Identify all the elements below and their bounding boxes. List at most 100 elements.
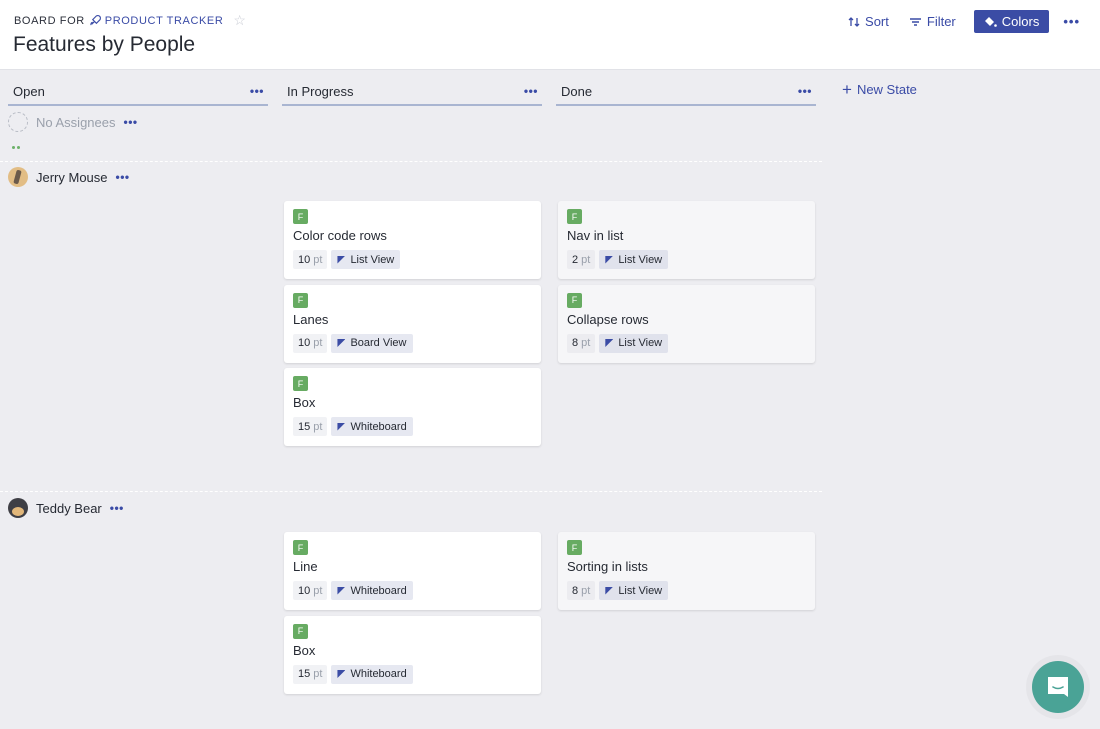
column-menu-button[interactable]: •••: [250, 84, 264, 98]
breadcrumb-prefix: BOARD FOR: [14, 14, 85, 27]
flag-icon: [337, 422, 346, 431]
new-state-label: New State: [856, 82, 917, 97]
new-state-button[interactable]: + New State: [842, 80, 917, 99]
lane-name: Teddy Bear: [36, 500, 102, 516]
filter-label: Filter: [926, 14, 956, 29]
feature-type-badge: F: [293, 623, 308, 639]
feature-card[interactable]: F Line 10 pt Whiteboard: [284, 532, 541, 610]
epic-tag[interactable]: List View: [599, 250, 669, 269]
column-header-done: Done •••: [556, 78, 816, 106]
paint-bucket-icon: [984, 16, 997, 27]
collapse-handle[interactable]: [12, 146, 20, 149]
card-meta: 8 pt List View: [567, 333, 669, 353]
story-points: 10 pt: [293, 333, 328, 353]
feature-card[interactable]: F Color code rows 10 pt List View: [284, 201, 541, 279]
toolbar: Sort Filter Colors •••: [840, 10, 1086, 33]
column-title: Done: [561, 83, 593, 99]
feature-card[interactable]: F Box 15 pt Whiteboard: [284, 615, 541, 694]
feature-card[interactable]: F Collapse rows 8 pt List View: [558, 284, 815, 363]
lane-menu-button[interactable]: •••: [116, 170, 130, 184]
lane-header-teddy-bear: Teddy Bear •••: [8, 498, 124, 518]
card-meta: 10 pt Whiteboard: [293, 581, 413, 600]
story-points: 8 pt: [567, 581, 596, 600]
epic-tag[interactable]: List View: [599, 581, 669, 600]
feature-card[interactable]: F Lanes 10 pt Board View: [284, 284, 541, 363]
column-header-open: Open •••: [8, 78, 268, 106]
lane-menu-button[interactable]: •••: [124, 115, 138, 129]
feature-type-badge: F: [567, 292, 582, 308]
feature-card[interactable]: F Box 15 pt Whiteboard: [284, 368, 541, 446]
story-points: 2 pt: [567, 250, 596, 269]
feature-type-badge: F: [293, 209, 308, 224]
epic-tag[interactable]: List View: [599, 333, 669, 353]
card-meta: 15 pt Whiteboard: [293, 417, 413, 436]
colors-label: Colors: [1001, 14, 1040, 29]
page-header: BOARD FOR PRODUCT TRACKER ☆ Features by …: [0, 0, 1100, 70]
lane-header-jerry-mouse: Jerry Mouse •••: [8, 167, 130, 187]
feature-type-badge: F: [293, 540, 308, 555]
column-menu-button[interactable]: •••: [524, 84, 538, 98]
card-meta: 8 pt List View: [567, 581, 669, 600]
feature-card[interactable]: F Sorting in lists 8 pt List View: [558, 532, 815, 610]
lane-name: No Assignees: [36, 114, 116, 130]
lane-divider: [0, 491, 822, 492]
flag-icon: [337, 586, 346, 595]
flag-icon: [605, 339, 614, 347]
colors-button[interactable]: Colors: [973, 10, 1050, 33]
story-points: 10 pt: [293, 581, 328, 600]
breadcrumb-link-label: PRODUCT TRACKER: [104, 14, 224, 27]
breadcrumb-link-product-tracker[interactable]: PRODUCT TRACKER: [89, 14, 224, 27]
card-meta: 2 pt List View: [567, 250, 669, 269]
epic-tag[interactable]: Board View: [331, 333, 413, 353]
breadcrumb: BOARD FOR PRODUCT TRACKER ☆: [14, 12, 247, 29]
card-title: Line: [293, 559, 318, 574]
story-points: 15 pt: [293, 664, 328, 684]
story-points: 10 pt: [293, 250, 328, 269]
chat-icon: [1048, 677, 1068, 697]
epic-tag[interactable]: Whiteboard: [331, 581, 413, 600]
card-meta: 15 pt Whiteboard: [293, 664, 413, 684]
feature-type-badge: F: [567, 540, 582, 555]
feature-type-badge: F: [293, 376, 308, 391]
plus-icon: +: [842, 80, 852, 99]
column-menu-button[interactable]: •••: [798, 84, 812, 98]
lane-menu-button[interactable]: •••: [110, 501, 124, 515]
column-header-in-progress: In Progress •••: [282, 78, 542, 106]
sort-button[interactable]: Sort: [840, 10, 897, 33]
card-meta: 10 pt List View: [293, 250, 401, 269]
card-title: Box: [293, 642, 316, 658]
story-points: 8 pt: [567, 333, 596, 353]
sort-label: Sort: [865, 14, 889, 29]
flag-icon: [337, 255, 346, 264]
epic-tag[interactable]: Whiteboard: [331, 417, 413, 436]
more-options-button[interactable]: •••: [1057, 10, 1086, 33]
star-icon[interactable]: ☆: [233, 12, 246, 29]
card-title: Nav in list: [567, 228, 624, 243]
feature-card[interactable]: F Nav in list 2 pt List View: [558, 201, 815, 279]
flag-icon: [605, 586, 614, 595]
feature-type-badge: F: [567, 209, 582, 224]
chat-launcher-button[interactable]: [1032, 661, 1084, 713]
epic-tag[interactable]: Whiteboard: [331, 664, 413, 684]
flag-icon: [337, 670, 346, 678]
avatar: [8, 498, 28, 518]
page-title: Features by People: [13, 33, 196, 56]
epic-tag[interactable]: List View: [331, 250, 401, 269]
card-meta: 10 pt Board View: [293, 333, 413, 353]
filter-button[interactable]: Filter: [901, 10, 964, 33]
column-title: Open: [13, 83, 45, 99]
lane-name: Jerry Mouse: [36, 169, 108, 185]
lane-divider: [0, 161, 822, 162]
card-title: Color code rows: [293, 228, 387, 243]
column-title: In Progress: [287, 83, 354, 99]
card-title: Sorting in lists: [567, 559, 648, 574]
empty-avatar-icon: [8, 112, 28, 132]
flag-icon: [337, 339, 346, 347]
flag-icon: [605, 255, 614, 264]
story-points: 15 pt: [293, 417, 328, 436]
card-title: Box: [293, 395, 316, 410]
card-title: Lanes: [293, 311, 329, 327]
feature-type-badge: F: [293, 292, 308, 308]
rocket-icon: [90, 15, 101, 26]
lane-header-no-assignees: No Assignees •••: [8, 112, 138, 132]
